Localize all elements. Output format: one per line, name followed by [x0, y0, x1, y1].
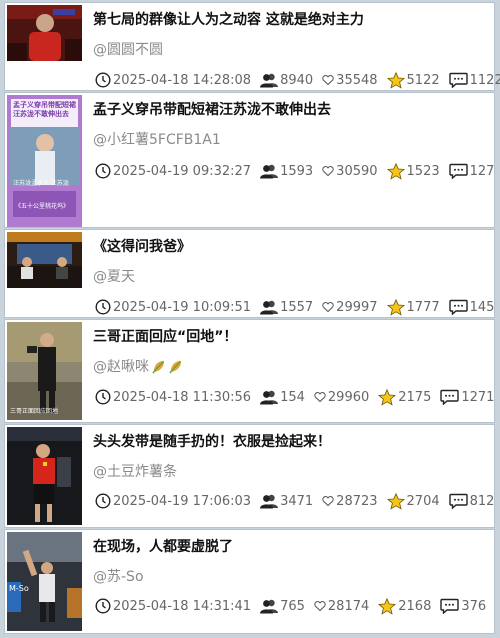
feed-item[interactable]: 孟子义穿吊带配短裙汪苏泷不敢伸出去 汪苏泷孟子义 汪苏泷 《五十公里桃花坞》 孟…	[4, 92, 495, 228]
comment-icon	[448, 72, 468, 88]
star-icon	[386, 298, 405, 316]
item-likes: 28174	[327, 598, 370, 614]
heart-icon	[322, 302, 334, 313]
item-date: 2025-04-18 11:30:56	[113, 389, 252, 405]
item-date: 2025-04-19 09:32:27	[113, 163, 252, 179]
item-likes: 29997	[336, 299, 378, 315]
item-date: 2025-04-19 17:06:03	[113, 493, 252, 509]
thumbnail-image[interactable]	[7, 232, 82, 288]
item-comments: 1271	[461, 389, 495, 405]
feed-list: 第七局的群像让人为之动容 这就是绝对主力 @圆圆不圆 2025-04-18 14…	[0, 0, 500, 638]
item-stats: 2025-04-18 14:31:41 765 28174 2168 376	[95, 597, 488, 615]
leaf-badge-icon	[169, 360, 182, 373]
users-icon	[260, 164, 279, 179]
leaf-badge-icon	[152, 360, 165, 373]
star-icon	[378, 597, 397, 615]
heart-icon	[322, 75, 334, 86]
item-author[interactable]: @夏天	[93, 266, 135, 286]
item-likes: 29960	[327, 389, 370, 405]
item-likes: 35548	[336, 72, 378, 88]
thumbnail-caption: 孟子义穿吊带配短裙汪苏泷不敢伸出去	[13, 101, 76, 118]
clock-icon	[95, 299, 111, 315]
item-stats: 2025-04-19 17:06:03 3471 28723 2704 812	[95, 492, 494, 510]
item-stats: 2025-04-18 11:30:56 154 29960 2175 1271	[95, 388, 494, 406]
heart-icon	[322, 166, 334, 177]
item-users: 1557	[280, 299, 314, 315]
item-stats: 2025-04-19 09:32:27 1593 30590 1523 127	[95, 162, 494, 180]
users-icon	[260, 390, 279, 405]
thumbnail-image[interactable]: 孟子义穿吊带配短裙汪苏泷不敢伸出去 汪苏泷孟子义 汪苏泷 《五十公里桃花坞》	[7, 95, 82, 227]
item-author[interactable]: @土豆炸薯条	[93, 461, 177, 481]
item-stars: 1523	[406, 163, 440, 179]
item-comments: 127	[469, 163, 495, 179]
item-title[interactable]: 头头发带是随手扔的！衣服是捡起来！	[93, 431, 486, 451]
comment-icon	[448, 493, 468, 509]
comment-icon	[440, 389, 460, 405]
item-date: 2025-04-18 14:31:41	[113, 598, 252, 614]
feed-item[interactable]: 第七局的群像让人为之动容 这就是绝对主力 @圆圆不圆 2025-04-18 14…	[4, 2, 500, 91]
item-comments: 145	[469, 299, 495, 315]
feed-item[interactable]: M-So 在现场，人都要虚脱了 @苏-So 2025-04-18 14:31:4…	[4, 529, 495, 634]
comment-icon	[448, 299, 468, 315]
comment-icon	[448, 163, 468, 179]
item-author[interactable]: @赵啾咪	[93, 356, 183, 376]
users-icon	[260, 73, 279, 88]
clock-icon	[95, 598, 111, 614]
item-title[interactable]: 三哥正面回应“回地”！	[93, 326, 486, 346]
item-author[interactable]: @苏-So	[93, 566, 144, 586]
item-stars: 2704	[406, 493, 440, 509]
item-comments: 1122	[469, 72, 500, 88]
item-title[interactable]: 孟子义穿吊带配短裙汪苏泷不敢伸出去	[93, 99, 486, 119]
item-users: 154	[280, 389, 305, 405]
star-icon	[386, 71, 405, 89]
feed-item[interactable]: 头头发带是随手扔的！衣服是捡起来！ @土豆炸薯条 2025-04-19 17:0…	[4, 424, 495, 528]
item-likes: 28723	[336, 493, 378, 509]
clock-icon	[95, 389, 111, 405]
item-stars: 2175	[398, 389, 432, 405]
heart-icon	[314, 392, 326, 403]
clock-icon	[95, 493, 111, 509]
item-date: 2025-04-18 14:28:08	[113, 72, 252, 88]
item-stats: 2025-04-18 14:28:08 8940 35548 5122 1122	[95, 71, 500, 89]
item-users: 765	[280, 598, 305, 614]
item-date: 2025-04-19 10:09:51	[113, 299, 252, 315]
star-icon	[378, 388, 397, 406]
feed-item[interactable]: 《这得问我爸》 @夏天 2025-04-19 10:09:51 1557 299…	[4, 229, 495, 318]
item-stars: 2168	[398, 598, 432, 614]
users-icon	[260, 494, 279, 509]
item-comments: 376	[461, 598, 487, 614]
star-icon	[386, 162, 405, 180]
thumbnail-caption: 《五十公里桃花坞》	[15, 203, 70, 210]
users-icon	[260, 599, 279, 614]
item-title[interactable]: 第七局的群像让人为之动容 这就是绝对主力	[93, 9, 486, 29]
thumbnail-caption: 三哥正面回应回地	[10, 408, 59, 415]
item-stats: 2025-04-19 10:09:51 1557 29997 1777 145	[95, 298, 494, 316]
thumbnail-caption: 汪苏泷孟子义 汪苏泷	[13, 180, 69, 187]
item-likes: 30590	[336, 163, 378, 179]
heart-icon	[322, 496, 334, 507]
item-title[interactable]: 《这得问我爸》	[93, 236, 486, 256]
item-users: 8940	[280, 72, 314, 88]
item-comments: 812	[469, 493, 495, 509]
clock-icon	[95, 72, 111, 88]
users-icon	[260, 300, 279, 315]
thumbnail-image[interactable]	[7, 5, 82, 61]
item-users: 1593	[280, 163, 314, 179]
item-users: 3471	[280, 493, 314, 509]
author-name: @赵啾咪	[93, 359, 149, 375]
thumbnail-image[interactable]: M-So	[7, 532, 82, 631]
thumbnail-image[interactable]	[7, 427, 82, 525]
item-author[interactable]: @圆圆不圆	[93, 39, 163, 59]
comment-icon	[440, 598, 460, 614]
feed-item[interactable]: 三哥正面回应回地 三哥正面回应“回地”！ @赵啾咪 2025-04-18 11:…	[4, 319, 495, 423]
thumbnail-caption: M-So	[9, 584, 29, 593]
item-stars: 1777	[406, 299, 440, 315]
item-author[interactable]: @小红薯5FCFB1A1	[93, 129, 221, 149]
star-icon	[386, 492, 405, 510]
heart-icon	[314, 601, 326, 612]
item-title[interactable]: 在现场，人都要虚脱了	[93, 536, 486, 556]
item-stars: 5122	[406, 72, 440, 88]
clock-icon	[95, 163, 111, 179]
thumbnail-image[interactable]: 三哥正面回应回地	[7, 322, 82, 420]
